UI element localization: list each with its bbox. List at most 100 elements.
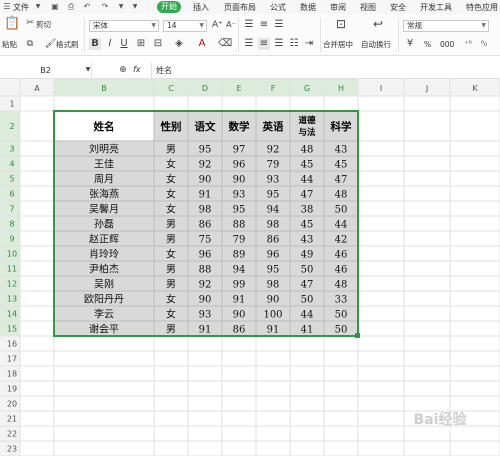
row-header[interactable]: 2: [9, 122, 14, 131]
name-box[interactable]: B2: [0, 63, 92, 78]
table-cell[interactable]: 50: [335, 325, 348, 336]
spreadsheet-grid[interactable]: A B C D E F G H I J K 1 2 3 4 5 6 7 8 9 10 11 12 13 14 15 16 17 18 19…: [0, 79, 500, 456]
percent-button[interactable]: %: [424, 40, 431, 49]
table-cell[interactable]: 92: [267, 145, 280, 156]
align-right-icon[interactable]: ☰: [273, 38, 285, 50]
table-cell[interactable]: 女: [166, 203, 176, 216]
row-header[interactable]: 11: [7, 265, 17, 274]
table-cell[interactable]: 96: [267, 250, 280, 261]
decrease-font-icon[interactable]: A⁻: [226, 19, 236, 31]
format-painter-button[interactable]: 格式刷: [56, 39, 79, 50]
column-header[interactable]: B: [101, 84, 107, 93]
table-cell[interactable]: 42: [335, 235, 348, 246]
file-menu[interactable]: 文件: [13, 2, 29, 13]
name-cell[interactable]: 李云: [94, 308, 114, 321]
table-cell[interactable]: 男: [166, 234, 176, 246]
table-header-cell[interactable]: 性别: [161, 120, 182, 133]
font-size-select[interactable]: 14 ▼: [163, 20, 207, 32]
save-icon[interactable]: ▣: [50, 2, 60, 12]
fill-color-icon[interactable]: ◈: [173, 38, 185, 50]
table-cell[interactable]: 女: [166, 188, 176, 201]
column-header[interactable]: K: [472, 84, 478, 93]
table-cell[interactable]: 48: [335, 280, 348, 291]
table-header-cell[interactable]: 姓名: [94, 120, 115, 133]
row-header[interactable]: 23: [7, 445, 17, 454]
table-cell[interactable]: 91: [199, 190, 212, 201]
table-cell[interactable]: 88: [233, 220, 246, 231]
column-header[interactable]: F: [271, 84, 276, 93]
column-header[interactable]: I: [380, 84, 382, 93]
name-cell[interactable]: 肖玲玲: [89, 248, 119, 261]
table-cell[interactable]: 96: [233, 160, 246, 171]
table-cell[interactable]: 女: [166, 158, 176, 171]
chevron-down-icon[interactable]: ▼: [130, 2, 140, 12]
table-cell[interactable]: 100: [263, 310, 282, 321]
table-cell[interactable]: 45: [301, 220, 314, 231]
table-cell[interactable]: 98: [267, 280, 280, 291]
table-cell[interactable]: 90: [233, 175, 246, 186]
row-header[interactable]: 6: [9, 190, 14, 199]
table-cell[interactable]: 94: [233, 265, 246, 276]
tab-view[interactable]: 视图: [360, 2, 376, 13]
align-bottom-icon[interactable]: ☰: [273, 19, 285, 31]
table-cell[interactable]: 男: [166, 144, 176, 156]
table-cell[interactable]: 38: [301, 205, 314, 216]
table-cell[interactable]: 88: [199, 265, 212, 276]
name-cell[interactable]: 周月: [94, 174, 114, 186]
table-cell[interactable]: 99: [233, 280, 246, 291]
tab-insert[interactable]: 插入: [193, 2, 209, 13]
align-left-icon[interactable]: ☰: [243, 38, 255, 50]
increase-font-icon[interactable]: A⁺: [212, 19, 223, 31]
table-header-cell[interactable]: 科学: [331, 120, 352, 133]
align-center-icon[interactable]: ≡: [258, 38, 270, 50]
table-cell[interactable]: 49: [301, 250, 314, 261]
table-cell[interactable]: 33: [335, 295, 348, 306]
name-cell[interactable]: 赵正辉: [89, 233, 119, 246]
row-header[interactable]: 10: [7, 250, 17, 259]
table-cell[interactable]: 男: [166, 264, 176, 276]
chevron-down-icon[interactable]: ▼: [84, 64, 92, 76]
name-cell[interactable]: 谢会平: [89, 323, 119, 336]
table-cell[interactable]: 96: [199, 250, 212, 261]
table-cell[interactable]: 75: [199, 235, 212, 246]
table-cell[interactable]: 93: [233, 190, 246, 201]
row-header[interactable]: 15: [7, 325, 17, 334]
table-cell[interactable]: 94: [267, 205, 280, 216]
tab-developer[interactable]: 开发工具: [420, 2, 452, 13]
wrap-text-button[interactable]: 自动换行: [361, 39, 391, 50]
row-header[interactable]: 22: [7, 430, 17, 439]
menu-icon[interactable]: ☰: [2, 2, 12, 12]
table-cell[interactable]: 50: [335, 205, 348, 216]
name-cell[interactable]: 张海燕: [89, 188, 119, 201]
align-middle-icon[interactable]: ≡: [258, 19, 270, 31]
table-cell[interactable]: 50: [301, 265, 314, 276]
table-cell[interactable]: 79: [233, 235, 246, 246]
table-cell[interactable]: 48: [335, 190, 348, 201]
row-header[interactable]: 21: [7, 415, 17, 424]
table-cell[interactable]: 41: [301, 325, 314, 336]
table-cell[interactable]: 97: [233, 145, 246, 156]
table-cell[interactable]: 86: [199, 220, 212, 231]
tab-special-apps[interactable]: 特色应用: [466, 2, 498, 13]
table-cell[interactable]: 50: [301, 295, 314, 306]
table-cell[interactable]: 男: [166, 324, 176, 336]
tab-page-layout[interactable]: 页面布局: [224, 2, 256, 13]
row-header[interactable]: 19: [7, 385, 17, 394]
table-cell[interactable]: 44: [301, 310, 314, 321]
table-cell[interactable]: 44: [301, 175, 314, 186]
row-header[interactable]: 16: [7, 340, 17, 349]
zoom-icon[interactable]: ⊕: [118, 64, 128, 76]
table-cell[interactable]: 95: [233, 205, 246, 216]
underline-icon[interactable]: U: [119, 38, 129, 50]
table-cell[interactable]: 45: [301, 160, 314, 171]
table-cell[interactable]: 46: [335, 265, 348, 276]
table-cell[interactable]: 女: [166, 173, 176, 186]
table-cell[interactable]: 90: [233, 310, 246, 321]
row-header[interactable]: 17: [7, 355, 17, 364]
name-cell[interactable]: 孙磊: [94, 218, 114, 231]
column-header[interactable]: D: [202, 84, 208, 93]
tab-data[interactable]: 数据: [300, 2, 316, 13]
border-icon[interactable]: ⊞: [135, 38, 147, 50]
table-cell[interactable]: 男: [166, 219, 176, 231]
thousands-button[interactable]: 000: [440, 40, 454, 49]
